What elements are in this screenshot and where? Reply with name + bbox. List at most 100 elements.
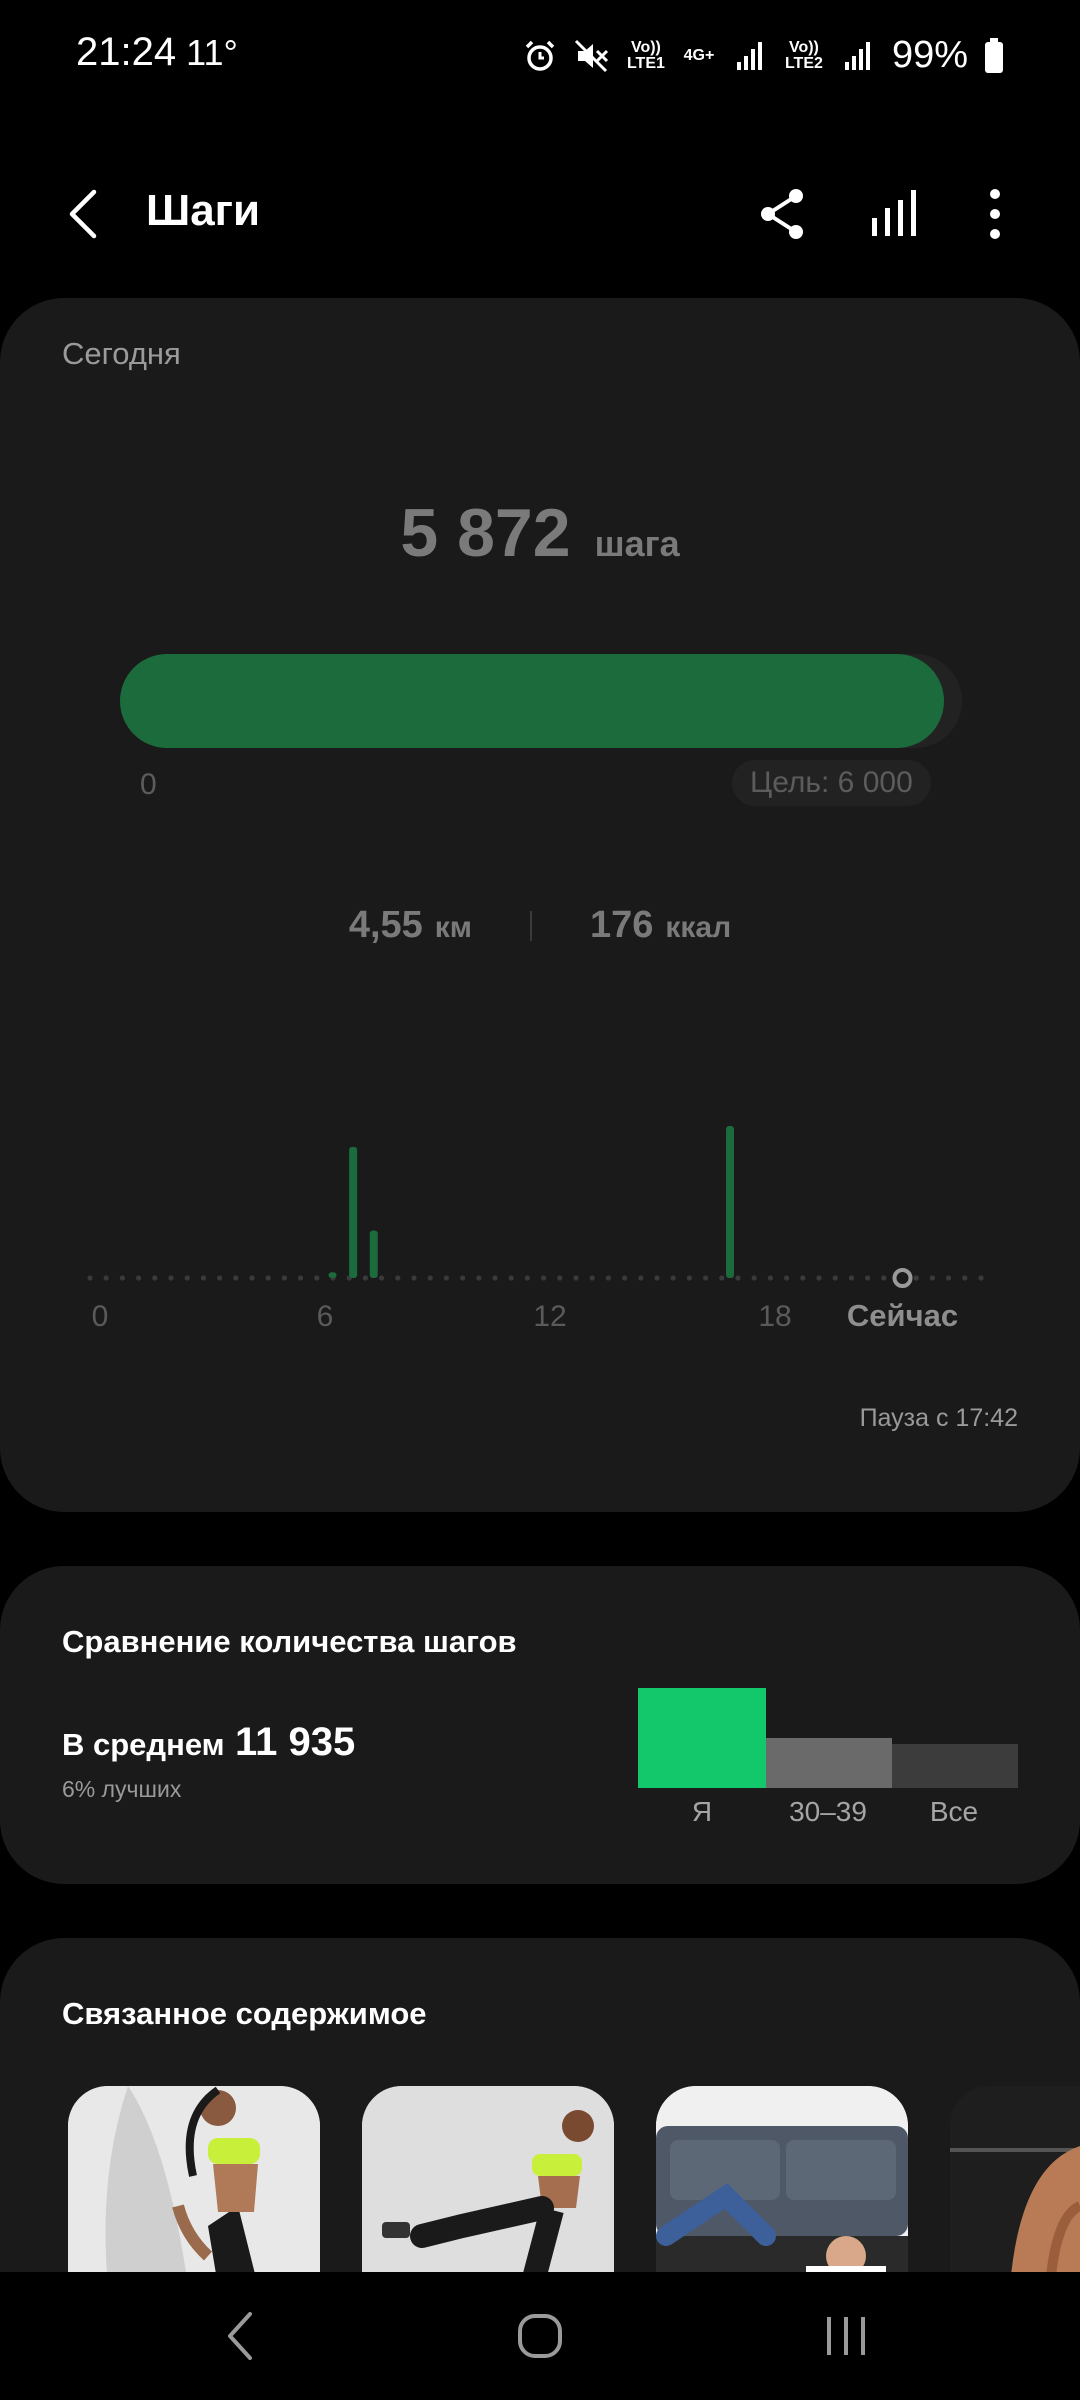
nav-recents-icon <box>827 2317 865 2355</box>
goal-badge[interactable]: Цель: 6 000 <box>732 760 931 806</box>
baseline-dot <box>848 1275 855 1281</box>
today-label: Сегодня <box>62 336 181 371</box>
baseline-dot <box>735 1275 741 1281</box>
baseline-dot <box>605 1275 612 1281</box>
back-button[interactable] <box>56 182 112 246</box>
hour-bar-1 <box>349 1146 358 1278</box>
average-label: В среднем <box>62 1727 225 1762</box>
baseline-dot <box>136 1275 142 1281</box>
clock-text: 21:24 <box>76 30 177 74</box>
baseline-dot <box>427 1275 433 1281</box>
share-button[interactable] <box>752 182 816 246</box>
baseline-dot <box>476 1275 482 1281</box>
calories-value: 176 <box>590 904 654 946</box>
baseline-dot <box>703 1275 709 1281</box>
now-marker <box>892 1268 913 1288</box>
tick-label-0: 0 <box>92 1300 109 1333</box>
back-icon <box>69 189 97 239</box>
share-icon <box>761 189 803 239</box>
tick-label-12: 12 <box>533 1300 566 1333</box>
steps-unit: шага <box>594 523 680 564</box>
baseline-dot <box>654 1275 660 1281</box>
baseline-dot <box>524 1275 531 1281</box>
baseline-dot <box>816 1275 822 1281</box>
compare-label-me: Я <box>691 1796 713 1827</box>
baseline-dot <box>622 1275 628 1281</box>
percentile-text: 6% лучших <box>62 1776 182 1802</box>
related-thumb-3[interactable] <box>656 2086 908 2286</box>
baseline-dot <box>281 1275 287 1281</box>
nav-home-button[interactable] <box>500 2306 580 2366</box>
related-thumb-4[interactable] <box>950 2086 1080 2286</box>
compare-bar-all <box>892 1744 1018 1788</box>
stats-button[interactable] <box>862 182 926 246</box>
sim2-label: Vo)) LTE2 <box>784 38 823 72</box>
average-value: 11 935 <box>235 1720 356 1764</box>
hour-bar-0 <box>328 1272 337 1278</box>
baseline-dot <box>200 1275 206 1281</box>
steps-count: 5 872 шага <box>0 494 1080 572</box>
baseline-dot <box>670 1275 676 1281</box>
related-title: Связанное содержимое <box>62 1996 427 2031</box>
baseline-dot <box>767 1275 774 1281</box>
average-line: В среднем 11 935 <box>62 1720 355 1765</box>
distance-value: 4,55 <box>348 904 423 946</box>
baseline-dot <box>832 1275 838 1281</box>
baseline-dot <box>751 1275 757 1281</box>
status-time: 21:24 11° <box>76 30 238 75</box>
steps-value: 5 872 <box>400 495 571 571</box>
baseline-dot <box>541 1275 547 1281</box>
battery-percent: 99% <box>891 34 968 76</box>
baseline-dot <box>929 1275 936 1281</box>
baseline-dot <box>913 1275 919 1281</box>
baseline-dot <box>168 1275 174 1281</box>
tick-label-6: 6 <box>317 1300 334 1333</box>
baseline-dot <box>314 1275 320 1281</box>
baseline-dot <box>881 1275 887 1281</box>
baseline-dot <box>152 1275 158 1281</box>
baseline-dot <box>265 1275 271 1281</box>
stats-divider <box>530 910 532 941</box>
baseline-dot <box>784 1275 790 1281</box>
baseline-dot <box>395 1275 401 1281</box>
baseline-dot <box>557 1275 563 1281</box>
baseline-dot <box>217 1275 223 1281</box>
baseline-dot <box>443 1275 449 1281</box>
temperature-text: 11° <box>186 32 238 73</box>
tick-label-18: 18 <box>758 1300 791 1333</box>
compare-bar-me <box>638 1688 766 1788</box>
compare-label-age: 30–39 <box>789 1796 867 1827</box>
baseline-dot <box>800 1275 806 1281</box>
distance-unit: км <box>434 911 472 944</box>
more-icon <box>990 189 1000 239</box>
baseline-dot <box>184 1275 190 1281</box>
baseline-dot <box>460 1275 466 1281</box>
compare-label-all: Все <box>929 1796 979 1827</box>
progress-fill <box>120 654 945 748</box>
baseline-dot <box>362 1275 368 1281</box>
baseline-dot <box>946 1275 952 1281</box>
hourly-steps-chart[interactable]: 0 6 12 18 Сейчас <box>0 1070 1080 1350</box>
page-title: Шаги <box>146 186 261 235</box>
baseline-dot <box>379 1275 385 1281</box>
nav-back-button[interactable] <box>200 2306 280 2366</box>
baseline-dot <box>638 1275 644 1281</box>
baseline-dot <box>978 1275 984 1281</box>
battery-icon <box>984 37 1004 74</box>
baseline-dot <box>298 1275 304 1281</box>
baseline-dot <box>865 1275 871 1281</box>
mute-icon <box>574 38 610 74</box>
baseline-dot <box>508 1275 514 1281</box>
sim1-label: Vo)) LTE1 <box>626 38 665 72</box>
tick-label-now: Сейчас <box>847 1298 958 1333</box>
baseline-dot <box>119 1275 125 1281</box>
related-thumb-2[interactable] <box>362 2086 614 2286</box>
stats-icon <box>872 190 916 236</box>
nav-home-icon <box>518 2314 562 2358</box>
more-button[interactable] <box>970 182 1020 246</box>
related-thumb-1[interactable] <box>68 2086 320 2286</box>
status-icons: Vo)) LTE1 4G+ Vo)) LTE2 99% <box>522 34 1004 77</box>
baseline-dot <box>573 1275 579 1281</box>
nav-recents-button[interactable] <box>806 2306 886 2366</box>
compare-bar-age <box>766 1738 892 1788</box>
